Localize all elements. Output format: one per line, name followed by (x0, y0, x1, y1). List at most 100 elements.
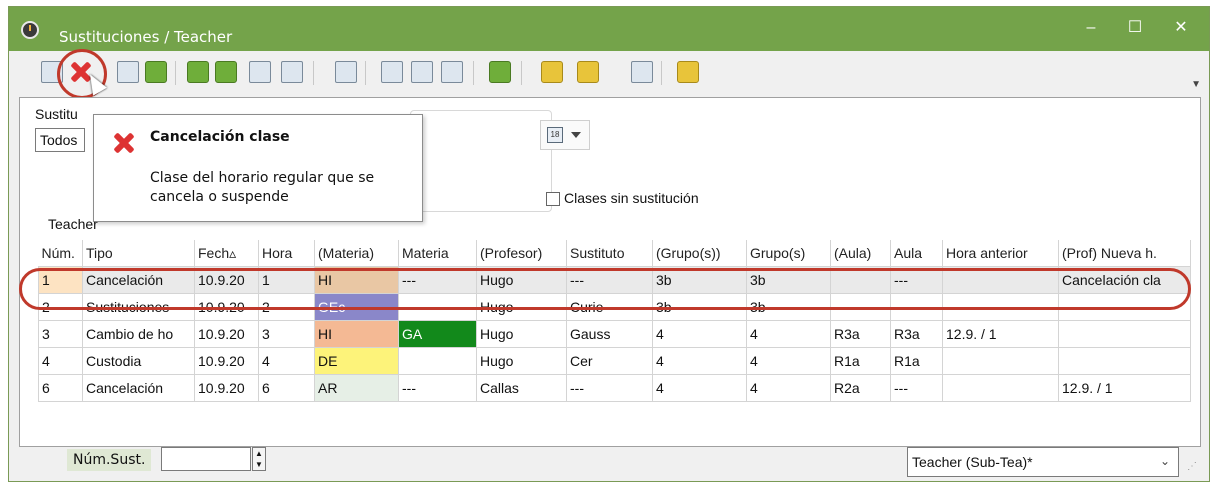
num-sust-spinner[interactable]: ▲ ▼ (252, 447, 266, 471)
table-cell[interactable] (942, 347, 1059, 375)
col-header[interactable]: Aula (890, 240, 943, 267)
table-cell[interactable]: 3 (38, 320, 83, 348)
app-clock-icon (21, 21, 39, 39)
export-icon[interactable] (145, 61, 167, 83)
col-header[interactable]: Tipo (82, 240, 195, 267)
footer-bar: Núm.Sust. ▲ ▼ Teacher (Sub-Tea)* ⌄ ⋰ (9, 447, 1209, 482)
table-cell[interactable]: --- (890, 374, 943, 402)
table-cell[interactable]: R1a (890, 347, 943, 375)
table-cell[interactable]: Custodia (82, 347, 195, 375)
table-cell[interactable]: 12.9. / 1 (1058, 374, 1191, 402)
maximize-button[interactable]: ☐ (1115, 15, 1155, 41)
col-header[interactable]: Fech▵ (194, 240, 259, 267)
table-cell[interactable]: 4 (746, 347, 831, 375)
col-header[interactable]: Materia (398, 240, 477, 267)
title-bar: Sustituciones / Teacher – ☐ ✕ (9, 7, 1209, 51)
table-cell[interactable]: --- (566, 374, 653, 402)
col-header[interactable]: Sustituto (566, 240, 653, 267)
table-cell[interactable]: 4 (652, 347, 747, 375)
lock-icon[interactable] (541, 61, 563, 83)
table-cell[interactable]: 12.9. / 1 (942, 320, 1059, 348)
table-cell[interactable]: 10.9.20 (194, 374, 259, 402)
table-cell[interactable]: Cancelación (82, 374, 195, 402)
table-cell[interactable]: 4 (746, 320, 831, 348)
col-header[interactable]: Núm. (38, 240, 83, 267)
col-header[interactable]: Hora anterior (942, 240, 1059, 267)
table-cell[interactable]: Gauss (566, 320, 653, 348)
view-select-value: Teacher (Sub-Tea)* (912, 454, 1033, 470)
chevron-down-icon: ⌄ (1159, 454, 1170, 468)
options-group (410, 110, 552, 212)
col-header[interactable]: (Grupo(s)) (652, 240, 747, 267)
dropdown-arrow-icon (571, 132, 581, 138)
table-cell[interactable] (398, 347, 477, 375)
table-cell[interactable] (1058, 320, 1191, 348)
window-title: Sustituciones / Teacher (59, 28, 233, 46)
table-row[interactable]: 3 Cambio de ho 10.9.20 3 HI GA Hugo Gaus… (38, 320, 1191, 348)
table-cell[interactable]: Cambio de ho (82, 320, 195, 348)
view-select[interactable]: Teacher (Sub-Tea)* ⌄ (907, 447, 1179, 477)
col-header[interactable]: Grupo(s) (746, 240, 831, 267)
table-cell[interactable]: 4 (746, 374, 831, 402)
col-header[interactable]: Hora (258, 240, 315, 267)
table-cell[interactable]: 6 (38, 374, 83, 402)
table-cell[interactable]: DE (314, 347, 399, 375)
paint-icon[interactable] (489, 61, 511, 83)
filter-icon[interactable] (381, 61, 403, 83)
table-cell[interactable]: Hugo (476, 347, 567, 375)
table-row[interactable]: 6 Cancelación 10.9.20 6 AR --- Callas --… (38, 374, 1191, 402)
table-cell[interactable]: AR (314, 374, 399, 402)
teacher-icon[interactable] (117, 61, 139, 83)
table-cell[interactable]: HI (314, 320, 399, 348)
table-cell[interactable]: R1a (830, 347, 891, 375)
close-button[interactable]: ✕ (1161, 15, 1201, 41)
col-header[interactable]: (Materia) (314, 240, 399, 267)
table-cell[interactable]: Callas (476, 374, 567, 402)
table-cell[interactable]: 4 (38, 347, 83, 375)
table-row[interactable]: 4 Custodia 10.9.20 4 DE Hugo Cer 4 4 R1a… (38, 347, 1191, 375)
settings-gear-icon[interactable] (677, 61, 699, 83)
table-cell[interactable]: Cer (566, 347, 653, 375)
highlight-row-oval (19, 268, 1191, 310)
filter-label: Sustitu (35, 106, 78, 122)
col-header[interactable]: (Prof) Nueva h. (1058, 240, 1191, 267)
grid-settings-icon[interactable] (441, 61, 463, 83)
swap-icon[interactable] (187, 61, 209, 83)
sort-icon[interactable] (411, 61, 433, 83)
stethoscope-icon[interactable] (281, 61, 303, 83)
col-header[interactable]: (Aula) (830, 240, 891, 267)
filter-select[interactable]: Todos (35, 128, 85, 152)
tools-icon[interactable] (335, 61, 357, 83)
table-cell[interactable]: 6 (258, 374, 315, 402)
print-settings-icon[interactable] (577, 61, 599, 83)
table-cell[interactable]: 10.9.20 (194, 320, 259, 348)
minimize-button[interactable]: – (1071, 15, 1111, 41)
table-cell[interactable]: R2a (830, 374, 891, 402)
table-cell[interactable]: 4 (652, 374, 747, 402)
table-cell[interactable]: 10.9.20 (194, 347, 259, 375)
cancel-class-icon (114, 133, 134, 153)
table-cell[interactable]: Hugo (476, 320, 567, 348)
table-cell[interactable]: --- (398, 374, 477, 402)
tooltip-body: Clase del horario regular que se cancela… (150, 170, 375, 205)
refresh-icon[interactable] (631, 61, 653, 83)
calculator-icon[interactable] (249, 61, 271, 83)
table-cell[interactable]: 3 (258, 320, 315, 348)
calendar-button[interactable]: 18 (540, 120, 590, 150)
toolbar-overflow-chevron-icon[interactable]: ▼ (1191, 79, 1201, 90)
checkbox-label: Clases sin sustitución (564, 190, 699, 206)
table-cell[interactable]: 4 (652, 320, 747, 348)
classes-without-sub-checkbox[interactable] (546, 192, 560, 206)
table-cell[interactable]: GA (398, 320, 477, 348)
num-sust-input[interactable] (161, 447, 251, 471)
num-sust-label: Núm.Sust. (67, 449, 152, 471)
table-header: Núm. Tipo Fech▵ Hora (Materia) Materia (… (38, 240, 1191, 267)
table-cell[interactable] (1058, 347, 1191, 375)
table-cell[interactable] (942, 374, 1059, 402)
table-cell[interactable]: 4 (258, 347, 315, 375)
resize-grip-icon[interactable]: ⋰ (1187, 461, 1197, 472)
table-cell[interactable]: R3a (890, 320, 943, 348)
table-cell[interactable]: R3a (830, 320, 891, 348)
import-icon[interactable] (215, 61, 237, 83)
col-header[interactable]: (Profesor) (476, 240, 567, 267)
